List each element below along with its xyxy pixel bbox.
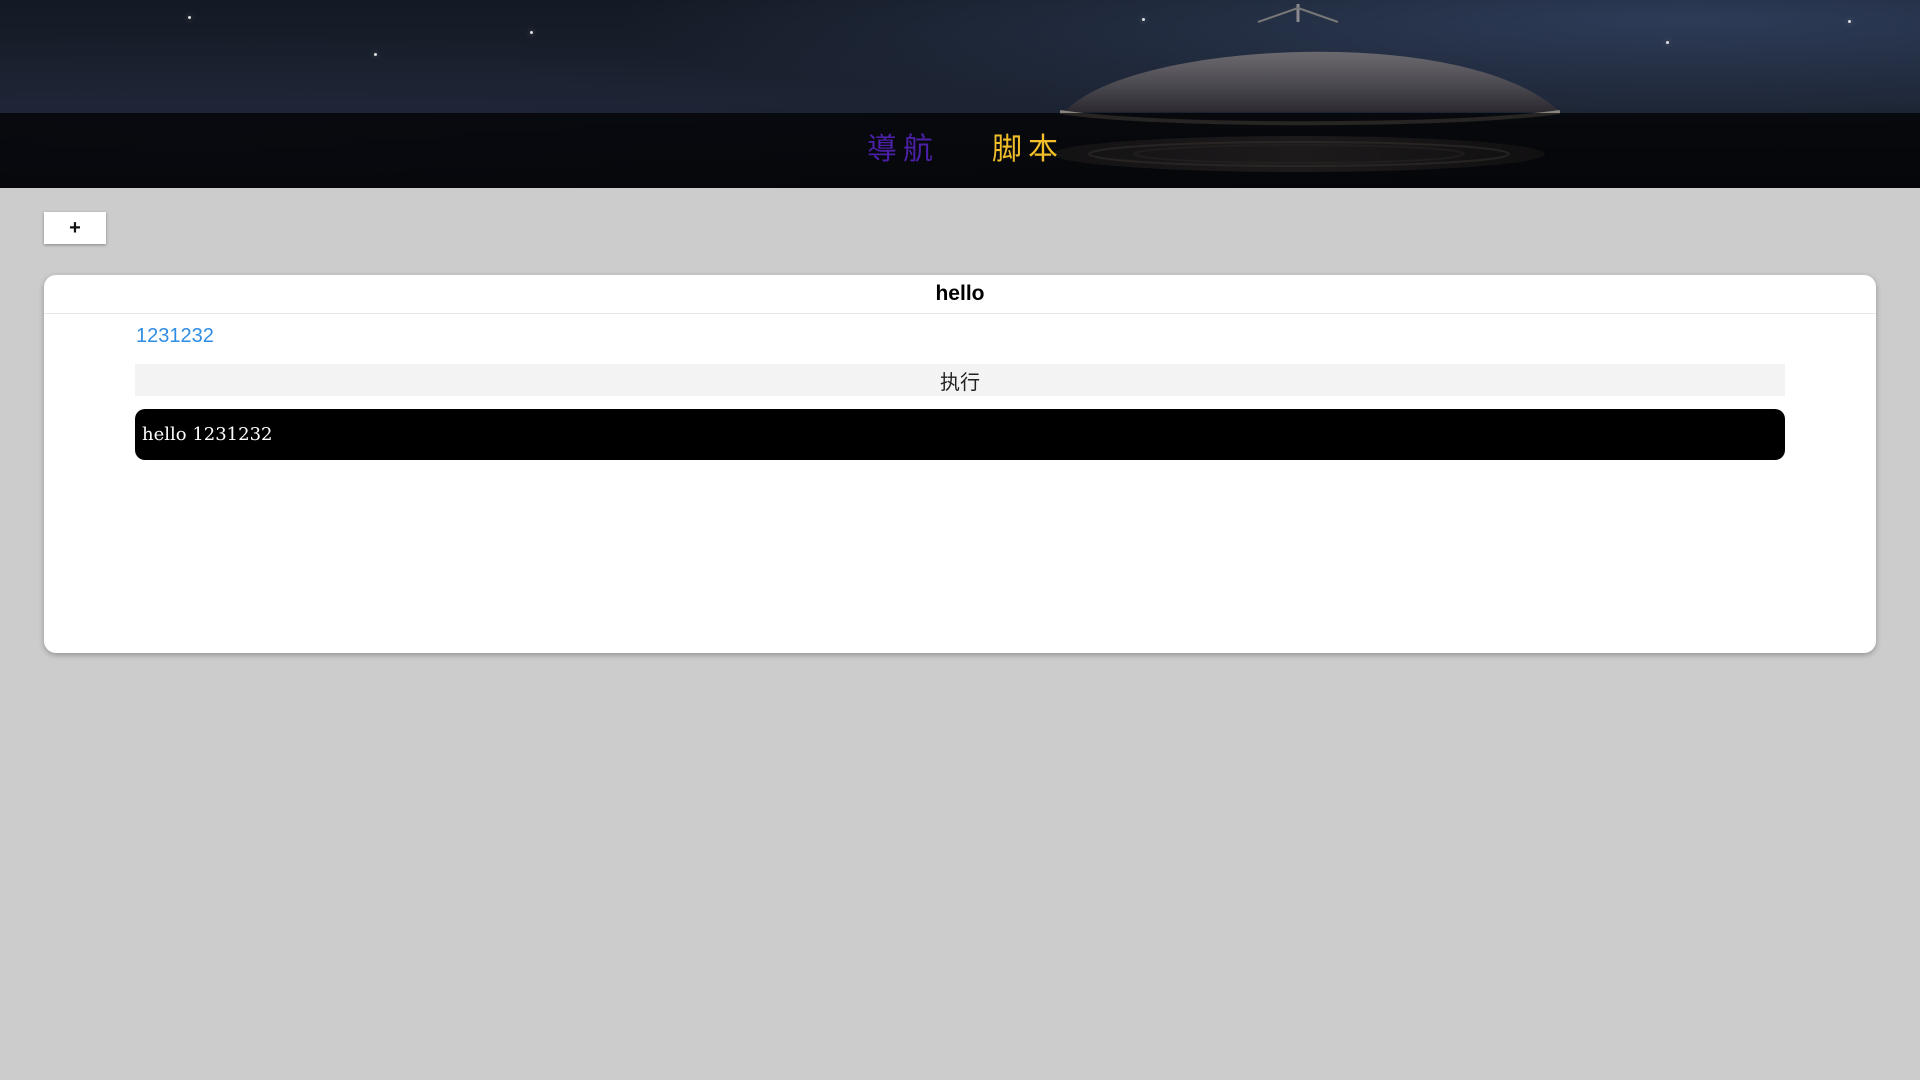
star-decoration: [1666, 41, 1669, 44]
nav-link-scripts[interactable]: 脚本: [992, 126, 1064, 174]
star-decoration: [1848, 20, 1851, 23]
nav-bar: [0, 113, 1920, 188]
star-decoration: [374, 53, 377, 56]
add-button[interactable]: +: [44, 212, 106, 244]
output-text: hello 1231232: [142, 424, 273, 445]
nav-link-navigation[interactable]: 導航: [867, 126, 939, 174]
execute-button[interactable]: 执行: [135, 364, 1785, 396]
main-content: + hello 1231232 执行 hello 1231232: [0, 188, 1920, 1080]
script-card: hello 1231232 执行 hello 1231232: [44, 275, 1876, 653]
script-name-link[interactable]: 1231232: [136, 325, 214, 348]
header-banner: 導航 脚本: [0, 0, 1920, 188]
script-card-title: hello: [44, 275, 1876, 314]
star-decoration: [188, 16, 191, 19]
star-decoration: [530, 31, 533, 34]
output-console: hello 1231232: [135, 409, 1785, 460]
